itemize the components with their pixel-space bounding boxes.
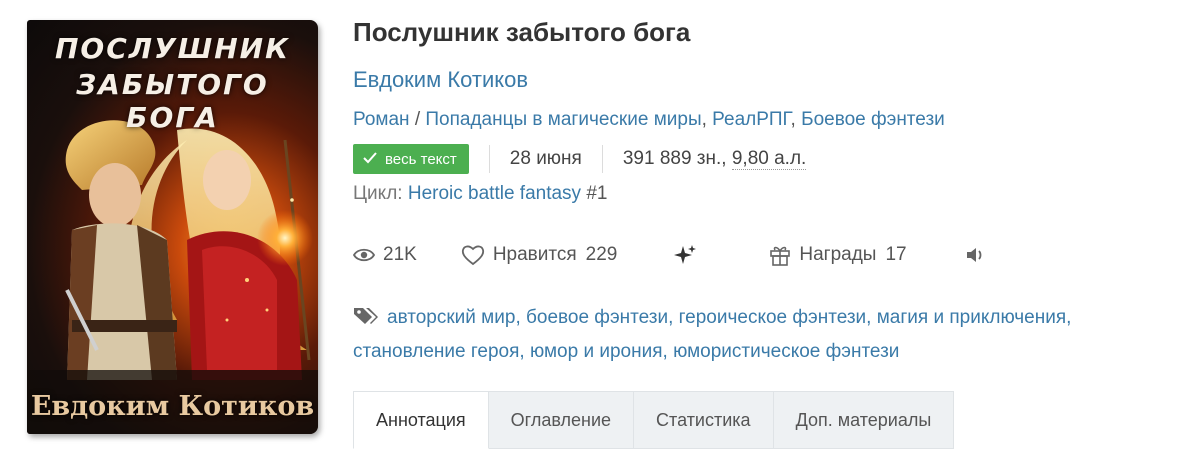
stats-row: 21K Нравится 229 Награды 17 bbox=[353, 240, 993, 270]
tab-statistics[interactable]: Статистика bbox=[634, 391, 774, 449]
book-cover[interactable]: ПОСЛУШНИК ЗАБЫТОГО БОГА Евдоким Котиков bbox=[27, 20, 318, 434]
cover-title-line2: ЗАБЫТОГО БОГА bbox=[76, 68, 269, 134]
awards-count: 17 bbox=[885, 244, 907, 265]
cover-title-line1: ПОСЛУШНИК bbox=[55, 32, 290, 65]
cycle-number: #1 bbox=[586, 183, 608, 204]
cycle-label: Цикл: bbox=[353, 183, 403, 204]
tab-contents[interactable]: Оглавление bbox=[488, 391, 635, 449]
tabs-bar: Аннотация Оглавление Статистика Доп. мат… bbox=[353, 391, 955, 449]
speaker-icon bbox=[966, 248, 982, 262]
meta-row: весь текст 28 июня 391 889 зн., 9,80 а.л… bbox=[353, 143, 807, 175]
likes-count: 229 bbox=[585, 244, 618, 265]
tag-link-4[interactable]: магия и приключения bbox=[877, 307, 1066, 328]
gift-icon bbox=[770, 246, 791, 266]
book-title: Послушник забытого бога bbox=[353, 17, 691, 47]
sparkle-icon bbox=[674, 245, 697, 264]
tab-extra-materials[interactable]: Доп. материалы bbox=[773, 391, 955, 449]
sparkle-button[interactable] bbox=[673, 244, 705, 266]
cycle-link[interactable]: Heroic battle fantasy bbox=[408, 183, 581, 204]
views-count: 21K bbox=[383, 244, 417, 265]
genre-separator: / bbox=[414, 109, 421, 130]
check-icon bbox=[363, 151, 377, 168]
audio-button[interactable] bbox=[965, 246, 993, 264]
awards-button[interactable]: Награды 17 bbox=[769, 244, 907, 266]
book-size-chars: 391 889 зн., bbox=[622, 148, 732, 169]
genre-link-2[interactable]: РеалРПГ bbox=[712, 109, 790, 130]
genre-link-1[interactable]: Попаданцы в магические миры bbox=[425, 109, 701, 130]
awards-label: Награды bbox=[799, 244, 877, 265]
tags-list: авторский мир, боевое фэнтези, героическ… bbox=[353, 305, 1072, 362]
author-link[interactable]: Евдоким Котиков bbox=[353, 67, 528, 93]
views-stat: 21K bbox=[353, 244, 417, 266]
tag-link-5[interactable]: становление героя bbox=[353, 341, 519, 362]
tag-link-6[interactable]: юмор и ирония bbox=[530, 341, 663, 362]
tag-link-3[interactable]: героическое фэнтези bbox=[679, 307, 867, 328]
genre-main-link[interactable]: Роман bbox=[353, 109, 410, 130]
heart-icon bbox=[461, 245, 484, 266]
genres-line: Роман / Попаданцы в магические миры, Реа… bbox=[353, 109, 945, 130]
status-badge: весь текст bbox=[353, 144, 469, 174]
genre-link-3[interactable]: Боевое фэнтези bbox=[801, 109, 945, 130]
divider bbox=[601, 145, 603, 173]
tag-link-2[interactable]: боевое фэнтези bbox=[526, 307, 668, 328]
eye-icon bbox=[353, 248, 375, 262]
tag-link-1[interactable]: авторский мир bbox=[387, 307, 515, 328]
like-button[interactable]: Нравится 229 bbox=[461, 244, 618, 266]
cover-author: Евдоким Котиков bbox=[30, 391, 315, 422]
cycle-line: Цикл: Heroic battle fantasy #1 bbox=[353, 183, 607, 205]
book-size-al[interactable]: 9,80 а.л. bbox=[731, 148, 807, 170]
publish-date: 28 июня bbox=[509, 148, 582, 169]
status-badge-label: весь текст bbox=[385, 150, 457, 168]
tab-annotation[interactable]: Аннотация bbox=[353, 391, 489, 449]
likes-label: Нравится bbox=[492, 244, 577, 265]
tag-icon bbox=[353, 305, 379, 336]
divider bbox=[488, 145, 490, 173]
tag-link-7[interactable]: юмористическое фэнтези bbox=[673, 341, 899, 362]
book-size: 391 889 зн., 9,80 а.л. bbox=[622, 148, 807, 170]
